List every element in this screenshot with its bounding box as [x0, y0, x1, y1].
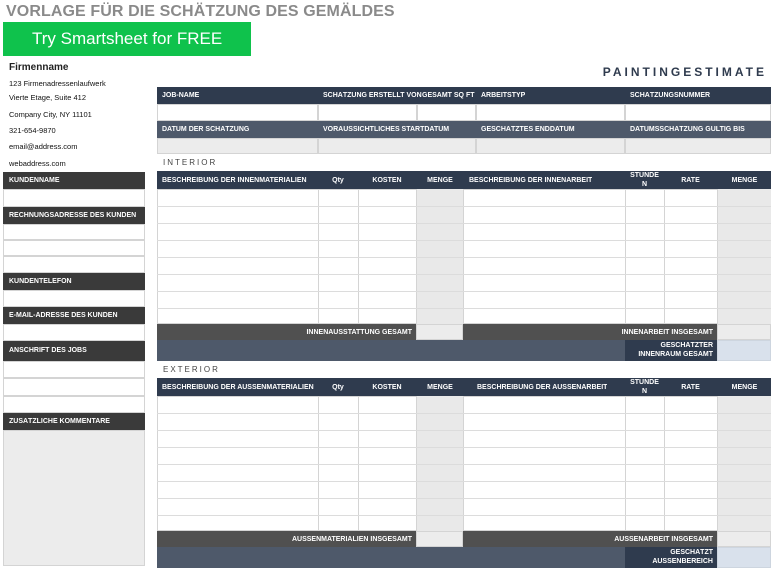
exterior-hours-header-line2: N — [641, 388, 648, 395]
total-sqft-field[interactable] — [417, 104, 476, 121]
interior-estimate-total-value — [717, 340, 771, 361]
job-address-label: ANSCHRIFT DES JOBS — [9, 347, 87, 354]
exterior-estimate-total-line2: AUSSENBEREICH — [652, 558, 713, 565]
table-row — [157, 291, 771, 292]
company-email: email@address.com — [9, 142, 78, 151]
interior-work-total-label: INNENARBEIT INSGESAMT — [621, 329, 713, 336]
company-address-line2: Vierte Etage, Suite 412 — [9, 93, 86, 102]
job-name-label: JOB-NAME — [162, 92, 200, 99]
company-phone: 321-654-9870 — [9, 126, 56, 135]
comments-label: ZUSÄTZLICHE KOMMENTARE — [9, 418, 110, 425]
exterior-estimate-total-value — [717, 547, 771, 568]
table-row — [157, 430, 771, 431]
try-smartsheet-button[interactable]: Try Smartsheet for FREE — [3, 22, 251, 56]
end-date-field[interactable] — [476, 138, 625, 154]
client-phone-field[interactable] — [3, 290, 145, 307]
interior-cost-header: KOSTEN — [372, 177, 402, 184]
interior-work-desc-header: BESCHREIBUNG DER INNENARBEIT — [469, 177, 593, 184]
end-date-label: GESCHÄTZTES ENDDATUM — [481, 126, 575, 133]
table-row — [157, 308, 771, 309]
table-row — [157, 515, 771, 516]
exterior-mat-total-label: AUSSENMATERIALIEN INSGESAMT — [291, 536, 412, 543]
start-date-label: VORAUSSICHTLICHES STARTDATUM — [323, 126, 450, 133]
interior-hours-header-line2: N — [641, 181, 648, 188]
table-row — [157, 413, 771, 414]
job-address-line3[interactable] — [3, 396, 145, 413]
billing-address-line2[interactable] — [3, 240, 145, 256]
billing-address-line3[interactable] — [3, 256, 145, 273]
client-email-label: E-MAIL-ADRESSE DES KUNDEN — [9, 312, 118, 319]
table-row — [157, 464, 771, 465]
total-sqft-label: GESAMT SQ FT — [422, 92, 475, 99]
table-row — [157, 240, 771, 241]
interior-section-title: INTERIOR — [163, 158, 218, 167]
work-type-label: ARBEITSTYP — [481, 92, 526, 99]
estimate-number-field[interactable] — [625, 104, 771, 121]
exterior-estimate-total-line1: GESCHÄTZT — [670, 549, 713, 556]
exterior-rate-header: RATE — [681, 384, 700, 391]
client-name-field[interactable] — [3, 189, 145, 207]
table-row — [157, 498, 771, 499]
company-address-line1: 123 Firmenadressenlaufwerk — [9, 79, 106, 88]
job-name-field[interactable] — [157, 104, 318, 121]
table-row — [157, 274, 771, 275]
interior-work-total-value — [717, 324, 771, 340]
billing-address-line1[interactable] — [3, 224, 145, 240]
interior-mat-desc-header: BESCHREIBUNG DER INNENMATERIALIEN — [162, 177, 307, 184]
table-row — [157, 206, 771, 207]
table-row — [157, 481, 771, 482]
company-web: webaddress.com — [9, 159, 66, 168]
exterior-hours-header-line1: STUNDE — [630, 379, 659, 386]
page-title: VORLAGE FÜR DIE SCHÄTZUNG DES GEMÄLDES — [6, 3, 395, 20]
exterior-work-total-label: AUSSENARBEIT INSGESAMT — [614, 536, 713, 543]
interior-amount-header: MENGE — [427, 177, 453, 184]
valid-until-field[interactable] — [625, 138, 771, 154]
job-address-line2[interactable] — [3, 378, 145, 396]
exterior-mat-total-value — [416, 531, 463, 547]
table-row — [157, 257, 771, 258]
client-email-field[interactable] — [3, 324, 145, 341]
exterior-qty-header: Qty — [332, 384, 344, 391]
company-city: Company City, NY 11101 — [9, 110, 92, 119]
interior-amount2-header: MENGE — [731, 177, 758, 184]
interior-mat-total-value — [416, 324, 463, 340]
exterior-mat-desc-header: BESCHREIBUNG DER AUSSENMATERIALIEN — [162, 384, 314, 391]
exterior-work-desc-header: BESCHREIBUNG DER AUSSENARBEIT — [477, 384, 608, 391]
table-row — [157, 447, 771, 448]
created-by-label: SCHÄTZUNG ERSTELLT VON — [323, 92, 422, 99]
interior-rate-header: RATE — [681, 177, 700, 184]
exterior-work-total-value — [717, 531, 771, 547]
valid-until-label: DATUMSSCHÄTZUNG GÜLTIG BIS — [630, 126, 745, 133]
table-row — [157, 223, 771, 224]
exterior-section-title: EXTERIOR — [163, 365, 220, 374]
created-by-field[interactable] — [318, 104, 417, 121]
estimate-date-field[interactable] — [157, 138, 318, 154]
job-address-line1[interactable] — [3, 361, 145, 378]
exterior-cost-header: KOSTEN — [372, 384, 402, 391]
brand-heading: PAINTINGESTIMATE — [602, 65, 767, 79]
interior-estimate-total-line2: INNENRAUM GESAMT — [638, 351, 713, 358]
billing-address-label: RECHNUNGSADRESSE DES KUNDEN — [9, 212, 137, 219]
estimate-number-label: SCHÄTZUNGSNUMMER — [630, 92, 711, 99]
estimate-date-label: DATUM DER SCHÄTZUNG — [162, 126, 250, 133]
client-phone-label: KUNDENTELEFON — [9, 278, 72, 285]
exterior-amount-header: MENGE — [427, 384, 453, 391]
exterior-amount2-header: MENGE — [731, 384, 758, 391]
client-name-label: KUNDENNAME — [9, 177, 60, 184]
interior-mat-total-label: INNENAUSSTATTUNG GESAMT — [306, 329, 412, 336]
interior-hours-header-line1: STUNDE — [630, 172, 659, 179]
company-name: Firmenname — [9, 62, 69, 73]
comments-field[interactable] — [3, 430, 145, 566]
start-date-field[interactable] — [318, 138, 476, 154]
work-type-field[interactable] — [476, 104, 625, 121]
interior-estimate-total-line1: GESCHÄTZTER — [660, 342, 714, 349]
interior-qty-header: Qty — [332, 177, 344, 184]
